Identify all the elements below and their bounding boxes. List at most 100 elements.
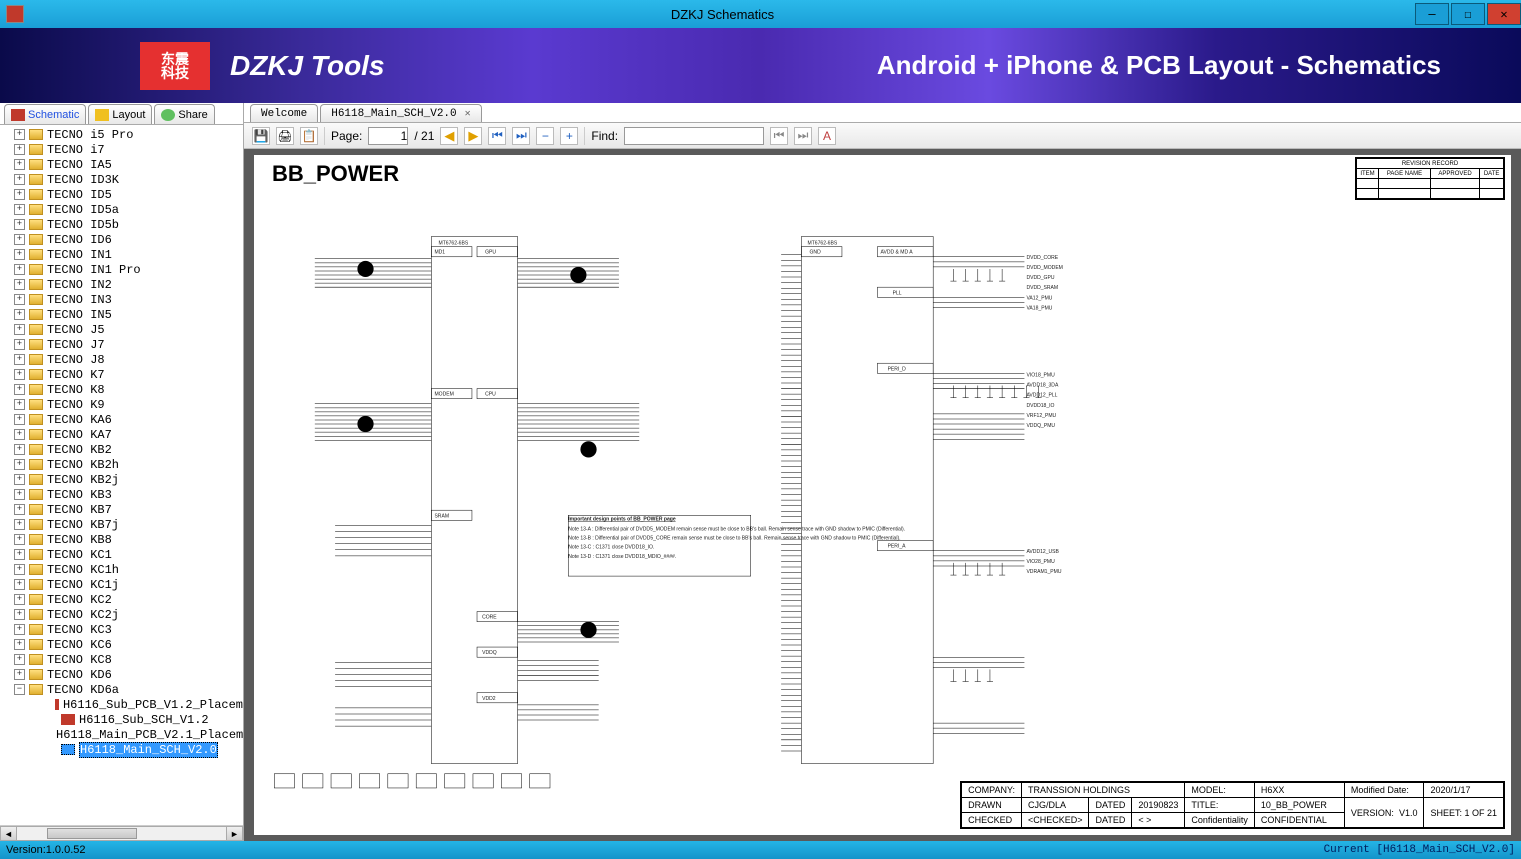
tree-folder[interactable]: TECNO ID5a: [0, 202, 243, 217]
tree-folder[interactable]: TECNO IA5: [0, 157, 243, 172]
tree-folder[interactable]: TECNO KC6: [0, 637, 243, 652]
tree-folder[interactable]: TECNO ID6: [0, 232, 243, 247]
save-button[interactable]: 💾: [252, 127, 270, 145]
tree-folder[interactable]: TECNO KB7: [0, 502, 243, 517]
tree-folder[interactable]: TECNO KB3: [0, 487, 243, 502]
scroll-left-button[interactable]: ◄: [0, 826, 17, 841]
tree-folder[interactable]: TECNO KC3: [0, 622, 243, 637]
page-total: / 21: [414, 129, 434, 143]
banner: 东震 科技 DZKJ Tools Android + iPhone & PCB …: [0, 28, 1521, 103]
tab-layout[interactable]: Layout: [88, 104, 152, 124]
svg-text:AVDD12_PLL: AVDD12_PLL: [1026, 393, 1057, 399]
tree-folder[interactable]: TECNO KB8: [0, 532, 243, 547]
sidebar-tabs: Schematic Layout Share: [0, 103, 243, 125]
tab-welcome[interactable]: Welcome: [250, 104, 318, 122]
svg-text:Note 13-B : Differential pair: Note 13-B : Differential pair of DVDD5_C…: [568, 536, 900, 542]
tree-folder[interactable]: TECNO IN3: [0, 292, 243, 307]
tree-folder[interactable]: TECNO K9: [0, 397, 243, 412]
tree-folder[interactable]: TECNO IN5: [0, 307, 243, 322]
svg-text:PERI_D: PERI_D: [888, 366, 907, 372]
pdf-viewer[interactable]: BB_POWER REVISION RECORD ITEMPAGE NAMEAP…: [244, 149, 1521, 841]
tree-folder[interactable]: TECNO KA6: [0, 412, 243, 427]
tree-horizontal-scrollbar[interactable]: ◄ ►: [0, 825, 243, 841]
tree-folder[interactable]: TECNO KC1h: [0, 562, 243, 577]
find-prev-button[interactable]: ⏮: [770, 127, 788, 145]
tree-folder[interactable]: TECNO KD6: [0, 667, 243, 682]
viewer-toolbar: 💾 🖨 📋 Page: / 21 ◀ ▶ ⏮ ⏭ − + Find: ⏮ ⏭ A: [244, 123, 1521, 149]
tree-folder[interactable]: TECNO ID3K: [0, 172, 243, 187]
tree-folder[interactable]: TECNO KB2: [0, 442, 243, 457]
tree-file[interactable]: H6118_Main_PCB_V2.1_Placem: [0, 727, 243, 742]
next-page-button[interactable]: ▶: [464, 127, 482, 145]
svg-text:MODEM: MODEM: [434, 392, 453, 398]
tree-folder[interactable]: TECNO K8: [0, 382, 243, 397]
tree-folder[interactable]: TECNO KA7: [0, 427, 243, 442]
tree-file[interactable]: H6116_Sub_PCB_V1.2_Placem: [0, 697, 243, 712]
close-tab-icon[interactable]: ✕: [465, 108, 471, 120]
revision-record: REVISION RECORD ITEMPAGE NAMEAPPROVEDDAT…: [1355, 157, 1505, 200]
tree-folder[interactable]: TECNO ID5: [0, 187, 243, 202]
tree-folder[interactable]: TECNO KC1: [0, 547, 243, 562]
tree-folder[interactable]: TECNO i7: [0, 142, 243, 157]
minimize-button[interactable]: —: [1415, 3, 1449, 25]
svg-text:VDD2: VDD2: [482, 696, 496, 702]
svg-text:SRAM: SRAM: [434, 513, 449, 519]
tree-file[interactable]: H6118_Main_SCH_V2.0: [0, 742, 243, 757]
svg-text:VDDQ: VDDQ: [482, 650, 497, 656]
banner-slogan: Android + iPhone & PCB Layout - Schemati…: [877, 50, 1441, 81]
scroll-thumb[interactable]: [47, 828, 137, 839]
copy-button[interactable]: 📋: [300, 127, 318, 145]
tree-folder[interactable]: TECNO J7: [0, 337, 243, 352]
svg-text:Note 13-C : C1371 close DVDD18: Note 13-C : C1371 close DVDD18_IO.: [568, 545, 654, 551]
prev-page-button[interactable]: ◀: [440, 127, 458, 145]
tab-schematic[interactable]: Schematic: [4, 104, 86, 124]
schematic-page: BB_POWER REVISION RECORD ITEMPAGE NAMEAP…: [254, 155, 1511, 835]
current-doc-label: Current [H6118_Main_SCH_V2.0]: [1324, 844, 1515, 856]
statusbar: Version:1.0.0.52 Current [H6118_Main_SCH…: [0, 841, 1521, 859]
svg-text:Important design points of BB_: Important design points of BB_POWER page: [568, 516, 676, 522]
tree-folder[interactable]: TECNO J5: [0, 322, 243, 337]
titlebar: DZKJ Schematics — ☐ ✕: [0, 0, 1521, 28]
tree-folder[interactable]: TECNO KC8: [0, 652, 243, 667]
first-page-button[interactable]: ⏮: [488, 127, 506, 145]
zoom-in-button[interactable]: +: [560, 127, 578, 145]
tree-folder[interactable]: TECNO ID5b: [0, 217, 243, 232]
tree-folder[interactable]: TECNO KB7j: [0, 517, 243, 532]
tree-folder[interactable]: TECNO KB2h: [0, 457, 243, 472]
last-page-button[interactable]: ⏭: [512, 127, 530, 145]
find-label: Find:: [591, 129, 618, 143]
page-title: BB_POWER: [272, 161, 399, 187]
svg-text:VA18_PMU: VA18_PMU: [1026, 305, 1052, 311]
svg-text:VIO28_PMU: VIO28_PMU: [1026, 559, 1055, 565]
maximize-button[interactable]: ☐: [1451, 3, 1485, 25]
svg-text:PERI_A: PERI_A: [888, 544, 907, 550]
tree-folder[interactable]: TECNO IN1 Pro: [0, 262, 243, 277]
tab-share[interactable]: Share: [154, 104, 214, 124]
tree-folder[interactable]: TECNO IN1: [0, 247, 243, 262]
tree-folder[interactable]: TECNO J8: [0, 352, 243, 367]
find-input[interactable]: [624, 127, 764, 145]
highlight-button[interactable]: A: [818, 127, 836, 145]
svg-text:PLL: PLL: [893, 290, 902, 296]
zoom-out-button[interactable]: −: [536, 127, 554, 145]
file-tree[interactable]: TECNO i5 ProTECNO i7TECNO IA5TECNO ID3KT…: [0, 125, 243, 825]
scroll-track[interactable]: [17, 826, 226, 841]
scroll-right-button[interactable]: ►: [226, 826, 243, 841]
svg-text:GPU: GPU: [485, 250, 496, 256]
tree-folder-expanded[interactable]: TECNO KD6a: [0, 682, 243, 697]
print-button[interactable]: 🖨: [276, 127, 294, 145]
tree-folder[interactable]: TECNO KC2j: [0, 607, 243, 622]
tree-folder[interactable]: TECNO KB2j: [0, 472, 243, 487]
tree-folder[interactable]: TECNO i5 Pro: [0, 127, 243, 142]
tree-folder[interactable]: TECNO KC2: [0, 592, 243, 607]
svg-text:VIO18_PMU: VIO18_PMU: [1026, 372, 1055, 378]
page-input[interactable]: [368, 127, 408, 145]
tab-document[interactable]: H6118_Main_SCH_V2.0✕: [320, 104, 481, 122]
find-next-button[interactable]: ⏭: [794, 127, 812, 145]
tree-file[interactable]: H6116_Sub_SCH_V1.2: [0, 712, 243, 727]
tree-folder[interactable]: TECNO IN2: [0, 277, 243, 292]
close-button[interactable]: ✕: [1487, 3, 1521, 25]
tree-folder[interactable]: TECNO K7: [0, 367, 243, 382]
svg-text:VDRAM1_PMU: VDRAM1_PMU: [1026, 569, 1061, 575]
tree-folder[interactable]: TECNO KC1j: [0, 577, 243, 592]
